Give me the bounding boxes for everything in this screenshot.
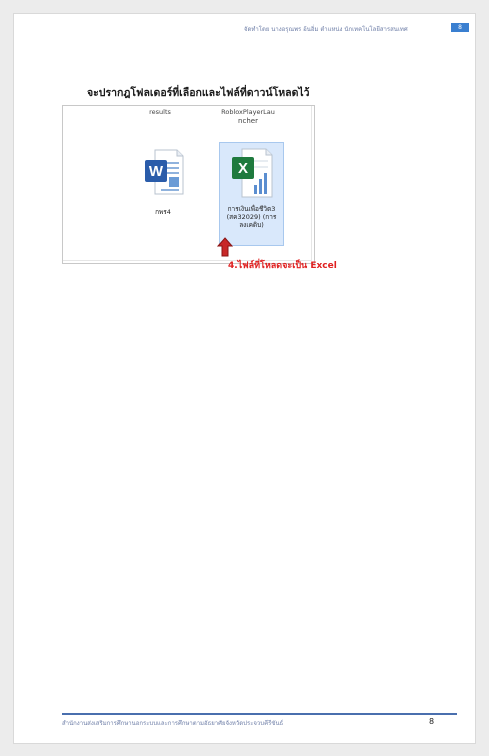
file-label-block: การเงินเพื่อชีวิต3 (สค32029) (การ ลงเคดิ… xyxy=(220,205,283,229)
page-heading: จะปรากฎโฟลเดอร์ที่เลือกและไฟล์ที่ดาวน์โห… xyxy=(87,87,310,99)
file-item-word[interactable]: W กพร4 xyxy=(137,144,189,224)
cut-off-label-line: RobloxPlayerLau xyxy=(221,108,275,116)
file-label: กพร4 xyxy=(155,208,171,216)
running-header: จัดทำโดย นางอรุณพร อ้นอิ่ม ตำแหน่ง นักเท… xyxy=(244,26,408,33)
file-label-line: ลงเคดิบ) xyxy=(239,221,264,229)
cut-off-item-results: results xyxy=(135,108,185,117)
cut-off-label: results xyxy=(149,108,171,116)
svg-text:X: X xyxy=(238,160,248,177)
footer-text: สำนักงานส่งเสริมการศึกษานอกระบบและการศึก… xyxy=(62,720,284,727)
callout-annotation: 4.ไฟล์ที่โหลดจะเป็น Excel xyxy=(228,261,337,271)
cut-off-item-roblox: RobloxPlayerLau ncher xyxy=(213,108,283,126)
footer-page-number: 8 xyxy=(429,717,435,726)
cut-off-label-line: ncher xyxy=(238,117,258,125)
file-explorer-screenshot: results RobloxPlayerLau ncher W กพร4 X ก… xyxy=(62,105,315,264)
footer-divider xyxy=(62,713,457,715)
header-page-badge: 8 xyxy=(451,23,469,32)
file-label-line: (สค32029) (การ xyxy=(226,213,277,221)
word-file-icon: W xyxy=(143,148,185,200)
excel-file-icon: X xyxy=(230,147,274,203)
file-label-line: การเงินเพื่อชีวิต3 xyxy=(227,205,276,213)
document-page: จัดทำโดย นางอรุณพร อ้นอิ่ม ตำแหน่ง นักเท… xyxy=(13,13,476,744)
file-item-excel[interactable]: X การเงินเพื่อชีวิต3 (สค32029) (การ ลงเค… xyxy=(219,142,284,246)
svg-text:W: W xyxy=(149,163,164,180)
